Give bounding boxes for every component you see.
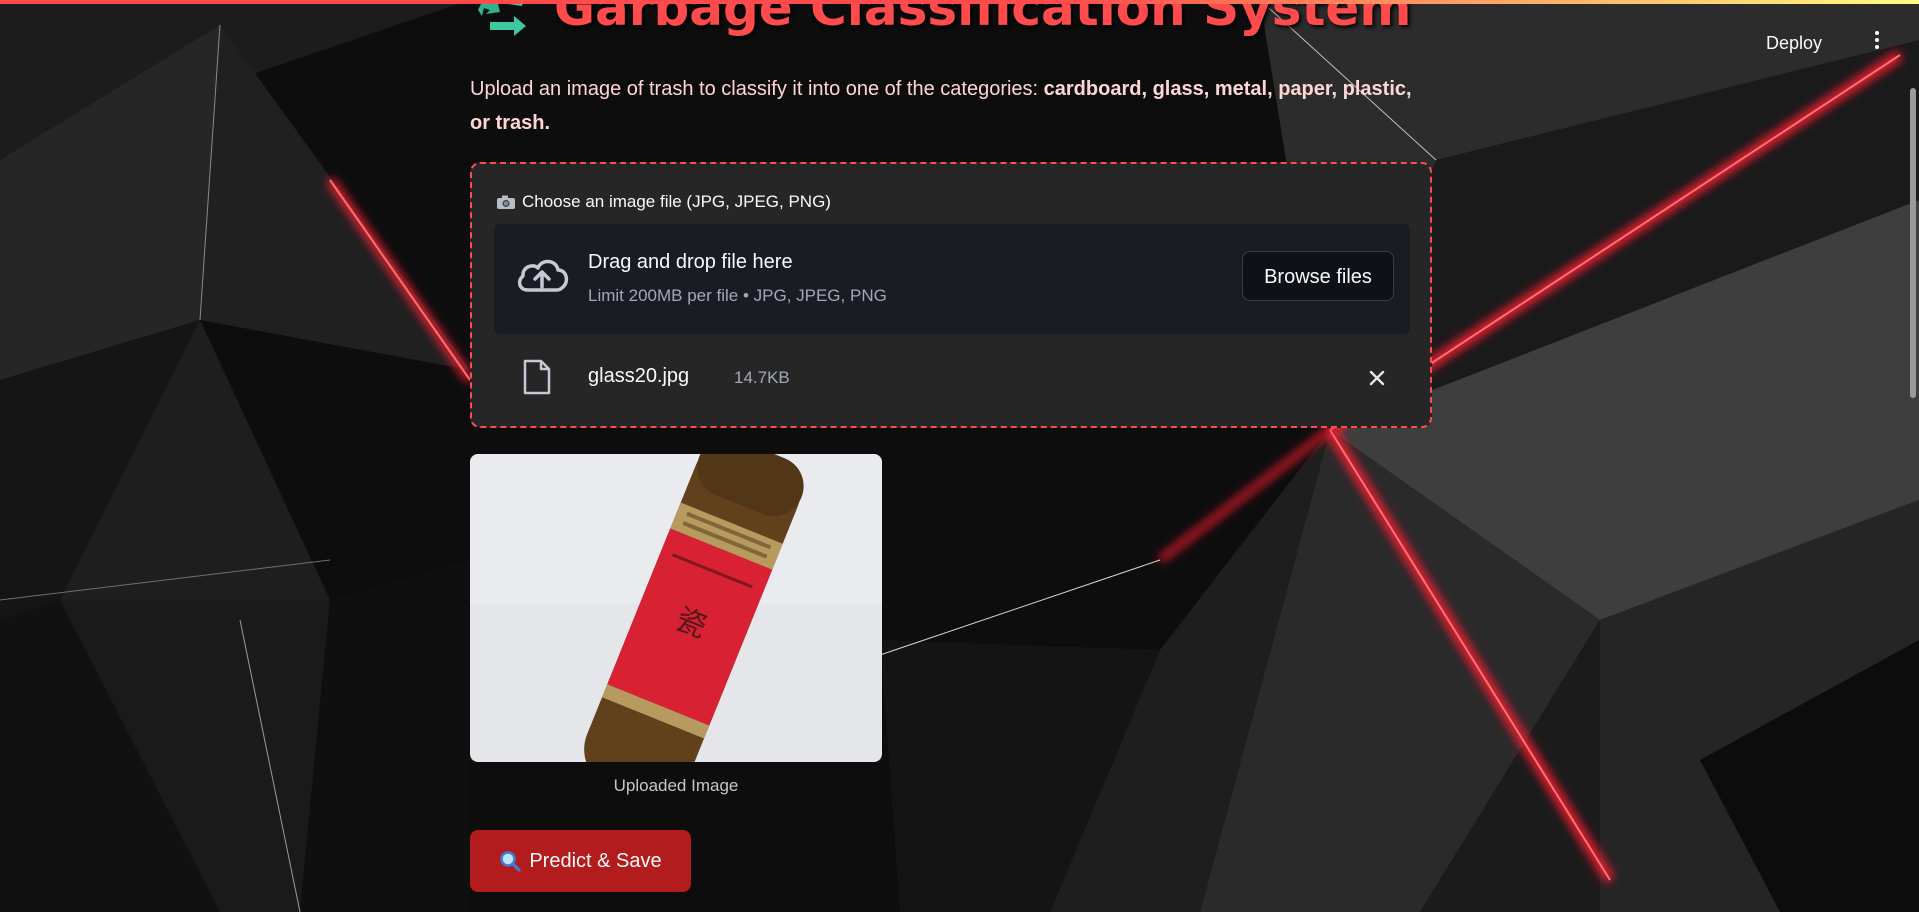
page-description: Upload an image of trash to classify it … bbox=[470, 72, 1436, 140]
image-caption: Uploaded Image bbox=[613, 776, 739, 795]
page-title: Garbage Classification System bbox=[554, 0, 1412, 37]
magnifier-icon bbox=[500, 851, 521, 872]
file-icon bbox=[523, 359, 551, 395]
top-decoration-bar bbox=[0, 0, 1919, 4]
dropzone-title: Drag and drop file here bbox=[588, 251, 793, 273]
predict-save-button[interactable]: Predict & Save bbox=[470, 830, 691, 892]
dropzone-limit: Limit 200MB per file • JPG, JPEG, PNG bbox=[588, 286, 887, 305]
uploader-label-text: Choose an image file (JPG, JPEG, PNG) bbox=[522, 192, 831, 211]
description-text: Upload an image of trash to classify it … bbox=[470, 78, 1044, 100]
more-vertical-icon[interactable] bbox=[1872, 31, 1882, 55]
uploaded-file: glass20.jpg 14.7KB bbox=[494, 349, 1410, 409]
uploader-label: Choose an image file (JPG, JPEG, PNG) bbox=[496, 192, 831, 212]
browse-files-button[interactable]: Browse files bbox=[1242, 251, 1394, 301]
file-name: glass20.jpg bbox=[588, 365, 690, 387]
predict-save-label: Predict & Save bbox=[529, 849, 662, 872]
page-header: Garbage Classification System bbox=[470, 0, 1411, 38]
cloud-upload-icon bbox=[517, 259, 569, 292]
deploy-button[interactable]: Deploy bbox=[1760, 30, 1828, 56]
close-icon[interactable] bbox=[1368, 369, 1386, 387]
file-uploader: Choose an image file (JPG, JPEG, PNG) Dr… bbox=[470, 162, 1432, 428]
scrollbar[interactable] bbox=[1910, 88, 1916, 398]
dropzone[interactable]: Drag and drop file here Limit 200MB per … bbox=[494, 224, 1410, 334]
recycle-icon bbox=[478, 0, 526, 36]
uploaded-image-preview: 瓷 bbox=[470, 454, 882, 762]
camera-icon bbox=[497, 195, 515, 209]
file-size: 14.7KB bbox=[734, 368, 790, 387]
